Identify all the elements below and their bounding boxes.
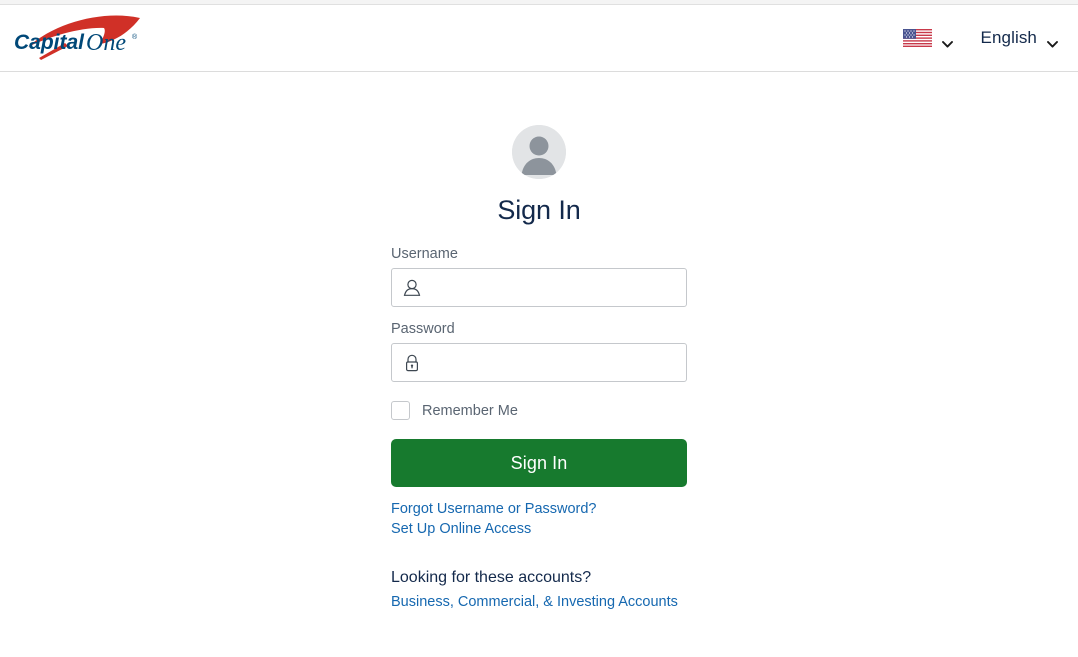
- signin-page: Sign In Username Password Remember Me Si…: [0, 72, 1078, 611]
- svg-text:®: ®: [132, 33, 138, 41]
- capital-one-logo[interactable]: Capital One ®: [8, 12, 158, 64]
- password-label: Password: [391, 321, 455, 337]
- forgot-credentials-link[interactable]: Forgot Username or Password?: [391, 501, 597, 517]
- password-field-block: Password: [391, 321, 687, 382]
- header-controls: English: [902, 28, 1064, 48]
- username-label: Username: [391, 246, 458, 262]
- username-field-block: Username: [391, 246, 687, 307]
- chevron-down-icon: [941, 35, 953, 48]
- us-flag-icon: [902, 29, 932, 47]
- remember-me-label[interactable]: Remember Me: [422, 403, 518, 419]
- sign-in-button[interactable]: Sign In: [391, 439, 687, 487]
- language-label: English: [980, 28, 1037, 47]
- set-up-online-access-link[interactable]: Set Up Online Access: [391, 521, 531, 537]
- business-accounts-link[interactable]: Business, Commercial, & Investing Accoun…: [391, 594, 678, 610]
- site-header: Capital One ® English: [0, 5, 1078, 72]
- chevron-down-icon: [1047, 35, 1058, 48]
- password-input-wrap[interactable]: [391, 343, 687, 382]
- username-input-wrap[interactable]: [391, 268, 687, 307]
- user-avatar-icon: [512, 125, 566, 179]
- language-selector[interactable]: English: [981, 28, 1058, 48]
- remember-me-checkbox[interactable]: [391, 401, 410, 420]
- username-input[interactable]: [392, 269, 686, 306]
- signin-form: Username Password Remember Me Sign In Fo…: [391, 246, 687, 611]
- other-accounts-block: Looking for these accounts? Business, Co…: [391, 569, 687, 611]
- helper-links: Forgot Username or Password? Set Up Onli…: [391, 501, 687, 537]
- svg-text:Capital: Capital: [14, 31, 85, 54]
- other-accounts-title: Looking for these accounts?: [391, 569, 592, 586]
- country-selector[interactable]: [902, 29, 953, 48]
- page-title: Sign In: [497, 195, 581, 225]
- svg-text:One: One: [86, 30, 126, 56]
- remember-me-row: Remember Me: [391, 401, 687, 420]
- password-input[interactable]: [392, 344, 686, 381]
